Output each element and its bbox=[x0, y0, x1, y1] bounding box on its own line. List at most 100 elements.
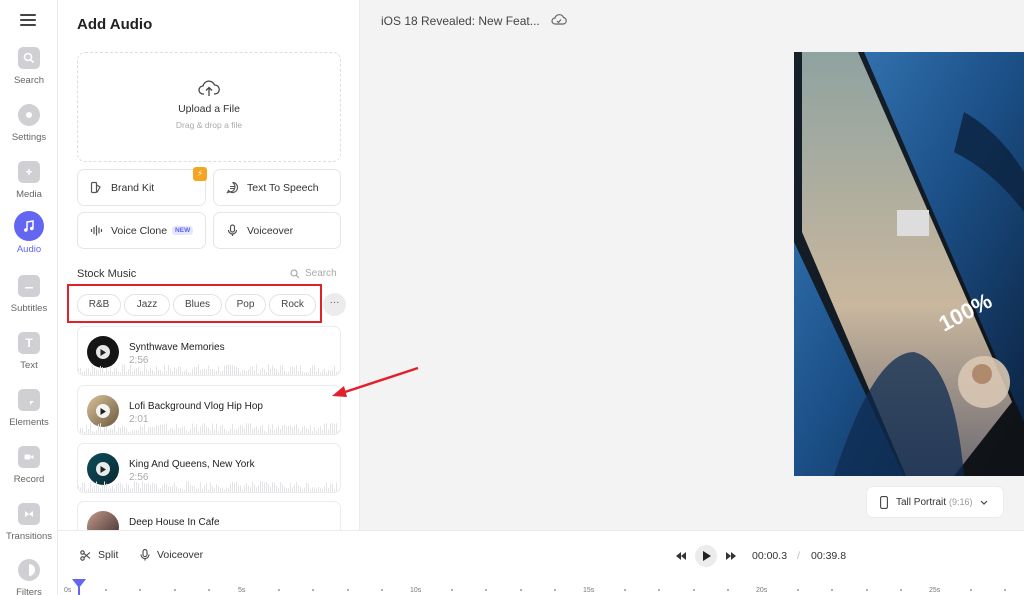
speech-bubble-icon bbox=[226, 181, 240, 195]
transitions-icon bbox=[18, 503, 40, 525]
text-icon: T bbox=[18, 332, 40, 354]
playhead-handle[interactable] bbox=[72, 579, 86, 595]
cloud-upload-icon bbox=[78, 80, 340, 100]
track-item[interactable]: Deep House In Cafe bbox=[77, 501, 341, 530]
ruler-tick bbox=[865, 589, 868, 591]
left-rail: Search Settings + Media Audio Subtitles … bbox=[0, 0, 58, 595]
track-name: King And Queens, New York bbox=[129, 459, 255, 470]
red-arrow-annotation bbox=[332, 366, 419, 397]
genre-chip-rock[interactable]: Rock bbox=[269, 294, 316, 316]
search-placeholder: Search bbox=[305, 268, 337, 279]
track-item[interactable]: Lofi Background Vlog Hip Hop 2:01 bbox=[77, 385, 341, 435]
filters-icon bbox=[18, 559, 40, 581]
waveform bbox=[78, 423, 339, 434]
voiceover-label: Voiceover bbox=[247, 224, 294, 237]
genre-chip-jazz[interactable]: Jazz bbox=[124, 294, 170, 316]
rail-item-label: Settings bbox=[11, 132, 47, 143]
ruler-tick bbox=[381, 589, 384, 591]
rail-item-elements[interactable]: Elements bbox=[0, 389, 58, 428]
rail-item-label: Media bbox=[16, 189, 42, 200]
track-item[interactable]: King And Queens, New York 2:56 bbox=[77, 443, 341, 493]
play-icon bbox=[702, 551, 711, 561]
add-audio-panel: Add Audio Upload a File Drag & drop a fi… bbox=[58, 0, 360, 530]
genre-chip-rnb[interactable]: R&B bbox=[77, 294, 121, 316]
play-button[interactable] bbox=[695, 545, 717, 567]
genre-chip-blues[interactable]: Blues bbox=[173, 294, 222, 316]
rail-item-label: Subtitles bbox=[10, 303, 48, 314]
total-time: 00:39.8 bbox=[811, 550, 847, 562]
rail-item-label: Transitions bbox=[5, 531, 53, 542]
upload-dropzone[interactable]: Upload a File Drag & drop a file bbox=[77, 52, 341, 162]
ruler-tick bbox=[450, 589, 453, 591]
voice-clone-button[interactable]: Voice Clone NEW bbox=[77, 212, 206, 249]
text-to-speech-label: Text To Speech bbox=[247, 181, 319, 194]
ruler-tick bbox=[831, 589, 834, 591]
aspect-ratio-dropdown[interactable]: Tall Portrait (9:16) bbox=[866, 486, 1004, 518]
video-preview[interactable]: 100% bbox=[794, 52, 1024, 476]
track-item[interactable]: Synthwave Memories 2:56 bbox=[77, 326, 341, 376]
voiceover-timeline-label: Voiceover bbox=[157, 549, 204, 561]
rail-item-label: Search bbox=[13, 75, 45, 86]
app-root: Search Settings + Media Audio Subtitles … bbox=[0, 0, 1024, 595]
current-time: 00:00.3 bbox=[752, 550, 788, 562]
ruler-tick bbox=[485, 589, 488, 591]
play-icon[interactable] bbox=[96, 462, 110, 476]
ruler-tick bbox=[139, 589, 142, 591]
split-label: Split bbox=[98, 549, 119, 561]
brand-kit-button[interactable]: Brand Kit ⚡ bbox=[77, 167, 207, 206]
rewind-button[interactable] bbox=[673, 547, 689, 565]
stock-music-search[interactable]: Search bbox=[290, 268, 337, 279]
rail-item-label: Elements bbox=[9, 417, 49, 428]
rail-item-label: Audio bbox=[16, 244, 42, 255]
ruler-label: 0s bbox=[64, 587, 72, 594]
ruler-tick bbox=[727, 589, 730, 591]
document-title[interactable]: iOS 18 Revealed: New Feat... bbox=[381, 14, 540, 28]
rail-item-text[interactable]: T Text bbox=[0, 332, 58, 371]
voiceover-timeline-button[interactable]: Voiceover bbox=[140, 549, 203, 561]
play-icon[interactable] bbox=[96, 404, 110, 418]
plus-icon: + bbox=[18, 161, 40, 183]
timeline-ruler[interactable]: 0s 5s 10s 15s 20s 25s bbox=[58, 579, 1024, 595]
search-icon bbox=[290, 268, 300, 278]
text-to-speech-button[interactable]: Text To Speech bbox=[213, 169, 341, 206]
hamburger-menu-icon[interactable] bbox=[20, 14, 36, 28]
ruler-tick bbox=[692, 589, 695, 591]
genre-chip-pop[interactable]: Pop bbox=[225, 294, 266, 316]
ruler-label: 25s bbox=[929, 587, 941, 594]
aspect-ratio-value: (9:16) bbox=[949, 497, 973, 507]
ruler-tick bbox=[623, 589, 626, 591]
rail-item-subtitles[interactable]: Subtitles bbox=[0, 275, 58, 314]
timeline-bar: Split Voiceover 00:00.3 / 00:39.8 0s 5s … bbox=[58, 530, 1024, 595]
ruler-tick bbox=[796, 589, 799, 591]
chevron-down-icon bbox=[980, 500, 988, 505]
ruler-tick bbox=[519, 589, 522, 591]
track-name: Lofi Background Vlog Hip Hop bbox=[129, 401, 263, 412]
split-button[interactable]: Split bbox=[80, 549, 118, 561]
subtitles-icon bbox=[18, 275, 40, 297]
rail-item-record[interactable]: Record bbox=[0, 446, 58, 485]
play-icon[interactable] bbox=[96, 345, 110, 359]
time-separator: / bbox=[797, 550, 800, 562]
voiceover-button[interactable]: Voiceover bbox=[213, 212, 341, 249]
ruler-tick bbox=[1004, 589, 1007, 591]
more-genres-button[interactable]: ··· bbox=[323, 293, 346, 316]
rail-item-media[interactable]: + Media bbox=[0, 161, 58, 200]
ruler-tick bbox=[173, 589, 176, 591]
scissors-icon bbox=[80, 549, 91, 561]
cloud-sync-icon[interactable] bbox=[551, 13, 567, 31]
microphone-icon bbox=[226, 224, 240, 238]
fast-forward-icon bbox=[726, 552, 736, 560]
rail-item-label: Record bbox=[13, 474, 45, 485]
rail-item-settings[interactable]: Settings bbox=[0, 104, 58, 143]
ruler-label: 10s bbox=[410, 587, 422, 594]
rail-item-audio[interactable]: Audio bbox=[0, 211, 58, 255]
rail-item-search[interactable]: Search bbox=[0, 47, 58, 86]
rail-item-label: Text bbox=[20, 360, 38, 371]
lightning-bolt-icon: ⚡ bbox=[193, 167, 207, 181]
rail-item-filters[interactable]: Filters bbox=[0, 559, 58, 595]
ruler-label: 15s bbox=[583, 587, 595, 594]
fast-forward-button[interactable] bbox=[723, 547, 739, 565]
rail-item-transitions[interactable]: Transitions bbox=[0, 503, 58, 542]
settings-icon bbox=[18, 104, 40, 126]
brand-kit-icon bbox=[90, 181, 104, 195]
